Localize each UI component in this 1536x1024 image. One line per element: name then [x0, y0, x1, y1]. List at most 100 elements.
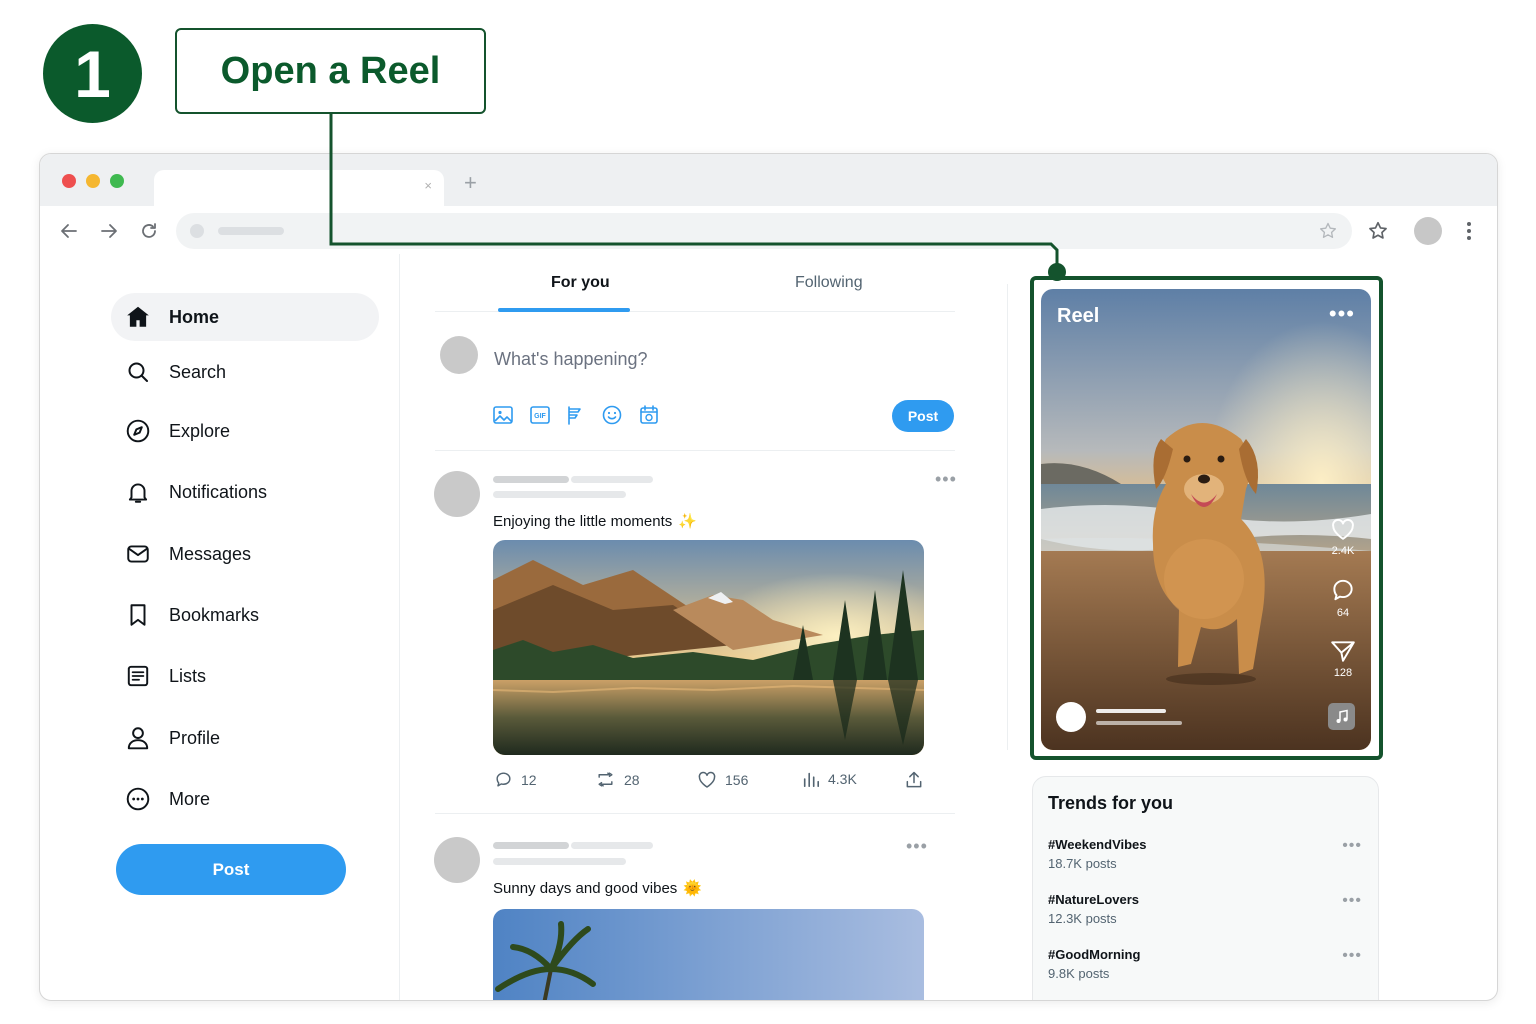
like-count: 156: [725, 771, 749, 788]
arrow-right-icon: [101, 224, 117, 238]
reel-like-count: 2.4K: [1331, 545, 1355, 557]
sidebar-item-label: Search: [169, 361, 227, 382]
trend-more-button[interactable]: •••: [1342, 892, 1362, 910]
sidebar-item-label: Lists: [169, 665, 207, 686]
trend-item[interactable]: #GoodMorning 9.8K posts •••: [1048, 947, 1368, 981]
list-icon: [125, 663, 151, 689]
extensions-button[interactable]: [1365, 218, 1391, 244]
sidebar-item-notifications[interactable]: Notifications: [111, 468, 379, 516]
trend-more-button[interactable]: •••: [1342, 947, 1362, 965]
tab-for-you[interactable]: For you: [551, 274, 610, 292]
kebab-menu-icon: [1467, 222, 1471, 240]
minimize-window-button[interactable]: [86, 174, 100, 188]
sidebar-item-bookmarks[interactable]: Bookmarks: [111, 591, 379, 639]
author-handle-placeholder: [571, 476, 653, 483]
poll-icon[interactable]: [565, 404, 587, 426]
reel-music-button[interactable]: [1328, 703, 1355, 730]
share-button[interactable]: [904, 770, 932, 790]
sidebar-item-explore[interactable]: Explore: [111, 407, 379, 455]
gif-icon[interactable]: GIF: [529, 404, 551, 426]
repost-icon: [598, 772, 613, 787]
browser-tab[interactable]: ×: [154, 170, 444, 208]
post-text: Enjoying the little moments ✨: [493, 512, 697, 530]
close-window-button[interactable]: [62, 174, 76, 188]
sparkles-emoji: ✨: [678, 513, 697, 530]
trend-item[interactable]: #NatureLovers 12.3K posts •••: [1048, 892, 1368, 926]
reel-card[interactable]: Reel ••• 2.4K 64 128: [1041, 289, 1371, 750]
emoji-icon[interactable]: [601, 404, 623, 426]
post-more-button[interactable]: •••: [935, 470, 957, 488]
schedule-icon[interactable]: [638, 404, 660, 426]
post-author-avatar[interactable]: [434, 471, 480, 517]
star-outline-icon: [1369, 221, 1387, 239]
close-tab-icon[interactable]: ×: [424, 178, 432, 193]
sidebar-item-home[interactable]: Home: [111, 293, 379, 341]
compass-icon: [125, 418, 151, 444]
reel-comment-button[interactable]: 64: [1323, 577, 1363, 619]
post-image[interactable]: [493, 909, 924, 1000]
repost-button[interactable]: 28: [595, 770, 640, 789]
sidebar-item-more[interactable]: More: [111, 775, 379, 823]
post-text-body: Sunny days and good vibes: [493, 880, 678, 897]
trend-tag: #NatureLovers: [1048, 892, 1140, 907]
post-button[interactable]: Post: [116, 844, 346, 895]
trend-tag: #GoodMorning: [1048, 947, 1141, 962]
new-tab-button[interactable]: +: [464, 170, 477, 196]
column-divider: [1007, 284, 1008, 750]
reel-more-button[interactable]: •••: [1329, 303, 1355, 325]
like-button[interactable]: 156: [697, 770, 748, 789]
palm-sky-image: [493, 909, 924, 1000]
reel-like-button[interactable]: 2.4K: [1323, 517, 1363, 557]
browser-profile-avatar[interactable]: [1414, 217, 1442, 245]
address-bar[interactable]: [176, 213, 1352, 249]
music-note-icon: [1336, 709, 1348, 723]
analytics-icon: [803, 772, 820, 788]
sun-emoji: 🌞: [683, 880, 702, 897]
forward-button[interactable]: [96, 218, 122, 244]
trend-item[interactable]: #WeekendVibes 18.7K posts •••: [1048, 837, 1368, 871]
post-image[interactable]: [493, 540, 924, 755]
author-name-placeholder: [493, 842, 569, 849]
compose-post-button[interactable]: Post: [892, 400, 954, 432]
feed-tabs: For you Following: [435, 258, 955, 312]
search-icon: [125, 359, 151, 385]
view-count: 4.3K: [828, 771, 857, 787]
browser-window: × + Home Search Explore Notifications Me…: [39, 153, 1498, 1001]
post-author-avatar[interactable]: [434, 837, 480, 883]
reply-button[interactable]: 12: [494, 770, 537, 789]
bookmark-star-icon[interactable]: [1318, 221, 1338, 241]
comment-icon: [1333, 579, 1353, 601]
views-button[interactable]: 4.3K: [802, 770, 857, 788]
reload-button[interactable]: [136, 218, 162, 244]
sidebar-item-label: Home: [169, 306, 220, 327]
post-text: Sunny days and good vibes 🌞: [493, 879, 702, 897]
sidebar-item-profile[interactable]: Profile: [111, 714, 379, 762]
post-more-button[interactable]: •••: [906, 837, 928, 855]
comment-icon: [496, 772, 511, 787]
step-number-badge: 1: [43, 24, 142, 123]
tab-following[interactable]: Following: [795, 274, 863, 292]
trend-more-button[interactable]: •••: [1342, 837, 1362, 855]
sidebar-item-messages[interactable]: Messages: [111, 530, 379, 578]
sidebar-item-label: Explore: [169, 420, 231, 441]
maximize-window-button[interactable]: [110, 174, 124, 188]
image-icon[interactable]: [492, 404, 514, 426]
back-button[interactable]: [56, 218, 82, 244]
post-meta-placeholder: [493, 858, 626, 865]
home-icon: [125, 304, 151, 330]
reply-count: 12: [521, 771, 537, 788]
sidebar-item-search[interactable]: Search: [111, 348, 379, 396]
browser-menu-button[interactable]: [1456, 218, 1482, 244]
compose-avatar: [440, 336, 478, 374]
trends-title: Trends for you: [1048, 793, 1174, 813]
site-info-icon[interactable]: [190, 224, 204, 238]
step-callout: Open a Reel: [175, 28, 486, 114]
reel-comment-count: 64: [1336, 607, 1350, 619]
compose-input[interactable]: What's happening?: [494, 349, 648, 370]
reel-share-button[interactable]: 128: [1323, 639, 1363, 679]
sidebar-item-lists[interactable]: Lists: [111, 652, 379, 700]
mountain-lake-image: [493, 540, 924, 755]
heart-icon: [1332, 518, 1354, 540]
browser-toolbar: [40, 206, 1497, 258]
reel-author-avatar[interactable]: [1056, 702, 1086, 732]
